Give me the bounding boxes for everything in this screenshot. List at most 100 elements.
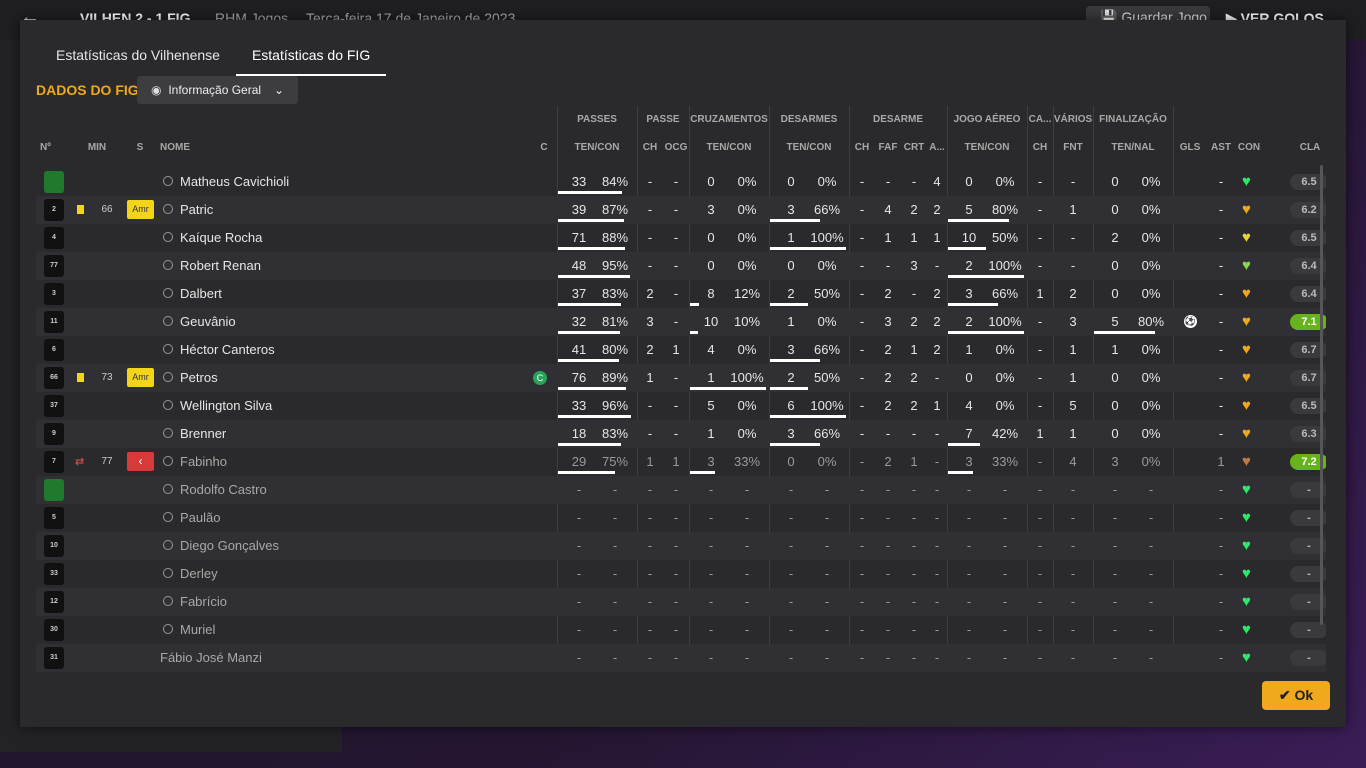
tab-vilhenense-stats[interactable]: Estatísticas do Vilhenense [40,44,236,76]
player-profile-icon[interactable] [163,372,173,382]
col-header-cla[interactable]: CLA [1290,134,1326,162]
player-name[interactable]: Muriel [180,616,215,644]
aerial-attempts: - [966,650,972,665]
col-header-pass_ocg[interactable]: OCG [663,134,689,162]
player-profile-icon[interactable] [163,484,173,494]
col-header-pass_ch[interactable]: CH [639,134,661,162]
col-header-s[interactable]: S [132,134,148,162]
player-profile-icon[interactable] [163,456,173,466]
passes-percent: - [612,482,618,497]
fouls-against: - [885,594,891,609]
col-header-desarmes[interactable]: TEN/CON [769,134,849,162]
player-profile-icon[interactable] [163,316,173,326]
player-profile-icon[interactable] [163,232,173,242]
table-row[interactable]: 77 Robert Renan 48 95% - -0 0% 0 0% - -3-2 100% - -0 0… [36,252,1326,280]
player-name[interactable]: Diego Gonçalves [180,532,279,560]
player-name[interactable]: Derley [180,560,218,588]
player-name[interactable]: Rodolfo Castro [180,476,267,504]
player-name[interactable]: Matheus Cavichioli [180,168,289,196]
col-header-d_crt[interactable]: CRT [901,134,927,162]
shirt-icon: 3 [44,283,64,305]
table-row[interactable]: 4 Kaíque Rocha 71 88% - -0 0% 1 100% -1 1 1 10 50% - -2… [36,224,1326,252]
table-row[interactable]: 37 Wellington Silva 33 96% - -5 0% 6 100% -2 2 1 4 0%… [36,392,1326,420]
tackles-bar [770,303,808,306]
table-row[interactable]: 31 Fábio José Manzi - - - - - - - - - - - - - - - - - - - ♥ - [36,644,1326,672]
col-header-cruz[interactable]: TEN/CON [689,134,769,162]
col-header-gls[interactable]: GLS [1176,134,1204,162]
assists: 1 [1217,454,1225,469]
table-row[interactable]: Rodolfo Castro - - - - - - - - - - - - - - - - - - - ♥ - [36,476,1326,504]
table-row[interactable]: 9 Brenner 18 83% - -1 0% 3 66% - - - -7 42% 1 1 0 0% - ♥ 6.3 [36,420,1326,448]
player-profile-icon[interactable] [163,400,173,410]
player-name[interactable]: Robert Renan [180,252,261,280]
player-name[interactable]: Wellington Silva [180,392,272,420]
passes-bar [558,275,630,278]
col-header-nome[interactable]: NOME [160,134,220,162]
table-row[interactable]: 66 73 Amr Petros C 76 89% 1-1 100% 2 50% -2 2-0 0% -1 0… [36,364,1326,392]
col-header-fin[interactable]: TEN/NAL [1093,134,1173,162]
clearances: 3 [910,258,918,273]
passes-ocg: - [673,482,679,497]
player-name[interactable]: Kaíque Rocha [180,224,262,252]
col-header-c[interactable]: C [536,134,552,162]
col-header-num[interactable]: Nº [40,134,60,162]
table-row[interactable]: 2 66 Amr Patric 39 87% - -3 0% 3 66% -4 2 2 5 80% -1 0 0% -… [36,196,1326,224]
player-profile-icon[interactable] [163,512,173,522]
table-row[interactable]: 6 Héctor Canteros 41 80% 2 1 4 0% 3 66% -2 1 2 1 0% -1 1… [36,336,1326,364]
player-name[interactable]: Patric [180,196,213,224]
col-header-fnt[interactable]: FNT [1053,134,1093,162]
player-profile-icon[interactable] [163,624,173,634]
col-header-aereo[interactable]: TEN/CON [947,134,1027,162]
player-profile-icon[interactable] [163,176,173,186]
view-select-dropdown[interactable]: ◉ Informação Geral ⌄ [137,76,298,104]
table-row[interactable]: 11 Geuvânio 32 81% 3-10 10% 1 0% -3 2 2 2 100% -3 5 80%… [36,308,1326,336]
player-name[interactable]: Paulão [180,504,220,532]
player-rating: - [1290,650,1326,666]
col-header-d_faf[interactable]: FAF [875,134,901,162]
col-header-d_ch[interactable]: CH [851,134,873,162]
table-row[interactable]: 7 ⇄ 77 ‹ Fabinho 29 75% 1 1 3 33% 0 0% -2 1-3 33% -4 3 0% 1… [36,448,1326,476]
player-profile-icon[interactable] [163,568,173,578]
player-name[interactable]: Geuvânio [180,308,236,336]
player-profile-icon[interactable] [163,596,173,606]
ok-button[interactable]: ✔ Ok [1262,681,1330,710]
crosses-attempts: 1 [707,426,715,441]
clearances: 2 [910,314,918,329]
col-header-d_a[interactable]: A... [927,134,947,162]
player-profile-icon[interactable] [163,288,173,298]
blocks: - [934,538,940,553]
table-scrollbar[interactable] [1320,165,1323,625]
table-row[interactable]: 10 Diego Gonçalves - - - - - - - - - - - - - - - - - - - ♥ - [36,532,1326,560]
player-name[interactable]: Brenner [180,420,226,448]
player-name[interactable]: Dalbert [180,280,222,308]
passes-ocg: - [673,370,679,385]
player-profile-icon[interactable] [163,260,173,270]
shirt-icon: 5 [44,507,64,529]
col-header-con[interactable]: CON [1236,134,1262,162]
table-row[interactable]: 12 Fabrício - - - - - - - - - - - - - - - - - - - ♥ - [36,588,1326,616]
player-profile-icon[interactable] [163,540,173,550]
tackle-key: - [859,314,865,329]
player-name[interactable]: Fabrício [180,588,227,616]
tackles-percent: 0% [817,258,837,273]
col-header-pass_ten[interactable]: TEN/CON [557,134,637,162]
table-row[interactable]: 3 Dalbert 37 83% 2-8 12% 2 50% -2-2 3 66% 1 2 0 0% - ♥ 6.… [36,280,1326,308]
tab-fig-stats[interactable]: Estatísticas do FIG [235,44,387,76]
col-header-ca_ch[interactable]: CH [1027,134,1053,162]
player-profile-icon[interactable] [163,204,173,214]
player-name[interactable]: Fabinho [180,448,227,476]
table-row[interactable]: 5 Paulão - - - - - - - - - - - - - - - - - - - ♥ - [36,504,1326,532]
table-row[interactable]: 33 Derley - - - - - - - - - - - - - - - - - - - ♥ - [36,560,1326,588]
player-profile-icon[interactable] [163,428,173,438]
fouls-committed: 1 [1069,202,1077,217]
player-name[interactable]: Fábio José Manzi [160,644,262,672]
player-name[interactable]: Héctor Canteros [180,336,275,364]
col-header-min[interactable]: MIN [84,134,110,162]
shots-percent: 0% [1141,174,1161,189]
player-name[interactable]: Petros [180,364,218,392]
fouls-committed: - [1070,510,1076,525]
col-header-ast[interactable]: AST [1206,134,1236,162]
table-row[interactable]: Matheus Cavichioli 33 84% - -0 0% 0 0% - - -4 0 0% - -… [36,168,1326,196]
player-profile-icon[interactable] [163,344,173,354]
table-row[interactable]: 30 Muriel - - - - - - - - - - - - - - - - - - - ♥ - [36,616,1326,644]
